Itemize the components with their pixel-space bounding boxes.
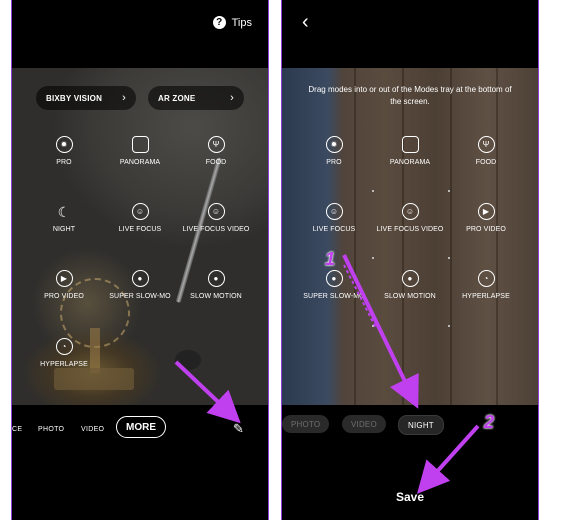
step-number-2: 2	[484, 412, 495, 432]
step-number-1: 1	[325, 249, 336, 269]
arrow-to-edit	[174, 360, 241, 424]
arrow-to-save	[416, 424, 480, 494]
drag-path	[343, 264, 377, 329]
arrow-to-tray	[342, 254, 419, 409]
annotation-arrows	[174, 254, 480, 494]
